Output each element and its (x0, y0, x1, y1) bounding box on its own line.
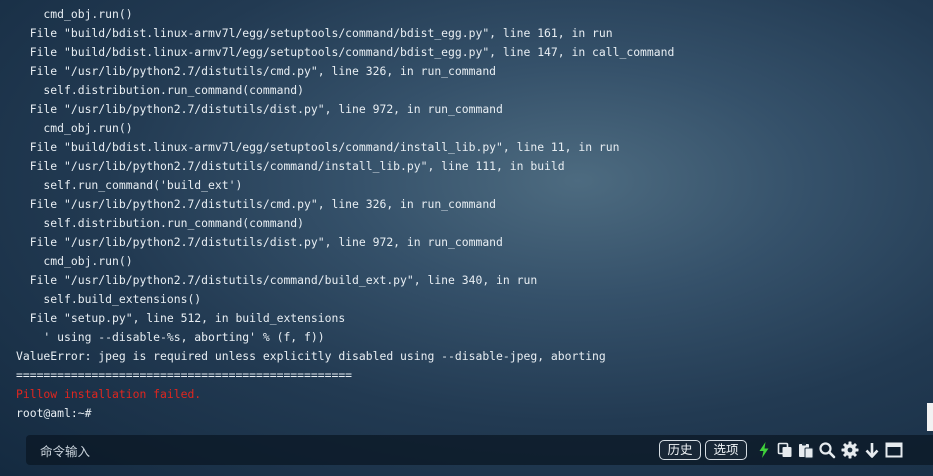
scrollbar[interactable] (927, 403, 933, 431)
paste-icon[interactable] (797, 441, 815, 459)
terminal-line: ========================================… (16, 368, 353, 382)
arrow-down-icon[interactable] (863, 441, 881, 459)
terminal-line: File "build/bdist.linux-armv7l/egg/setup… (16, 140, 620, 154)
options-button[interactable]: 选项 (705, 440, 747, 460)
terminal-line: File "/usr/lib/python2.7/distutils/cmd.p… (16, 64, 497, 78)
terminal-line: cmd_obj.run() (16, 254, 133, 268)
terminal-line: cmd_obj.run() (16, 121, 133, 135)
search-icon[interactable] (818, 441, 836, 459)
shell-prompt: root@aml:~# (16, 406, 92, 420)
terminal-line: File "build/bdist.linux-armv7l/egg/setup… (16, 45, 675, 59)
terminal-line: ' using --disable-%s, aborting' % (f, f)… (16, 330, 325, 344)
terminal-line: File "/usr/lib/python2.7/distutils/dist.… (16, 102, 503, 116)
history-button[interactable]: 历史 (659, 440, 701, 460)
terminal-line: self.distribution.run_command(command) (16, 216, 305, 230)
terminal-line: File "/usr/lib/python2.7/distutils/cmd.p… (16, 197, 497, 211)
terminal-line: self.build_extensions() (16, 292, 202, 306)
command-input[interactable] (32, 439, 642, 463)
terminal-line: cmd_obj.run() (16, 7, 133, 21)
error-message: Pillow installation failed. (16, 387, 202, 401)
terminal-line: File "/usr/lib/python2.7/distutils/dist.… (16, 235, 503, 249)
terminal-line: File "/usr/lib/python2.7/distutils/comma… (16, 159, 565, 173)
terminal-line: self.distribution.run_command(command) (16, 83, 305, 97)
window-icon[interactable] (885, 441, 903, 459)
terminal-line: File "setup.py", line 512, in build_exte… (16, 311, 346, 325)
copy-icon[interactable] (776, 441, 794, 459)
terminal-line: File "/usr/lib/python2.7/distutils/comma… (16, 273, 538, 287)
gear-icon[interactable] (841, 441, 859, 459)
command-bar: 历史 选项 (26, 435, 933, 465)
terminal-output: cmd_obj.run() File "build/bdist.linux-ar… (16, 5, 925, 423)
terminal-line: self.run_command('build_ext') (16, 178, 243, 192)
terminal-line: File "build/bdist.linux-armv7l/egg/setup… (16, 26, 613, 40)
lightning-icon[interactable] (755, 441, 773, 459)
terminal-line: ValueError: jpeg is required unless expl… (16, 349, 606, 363)
